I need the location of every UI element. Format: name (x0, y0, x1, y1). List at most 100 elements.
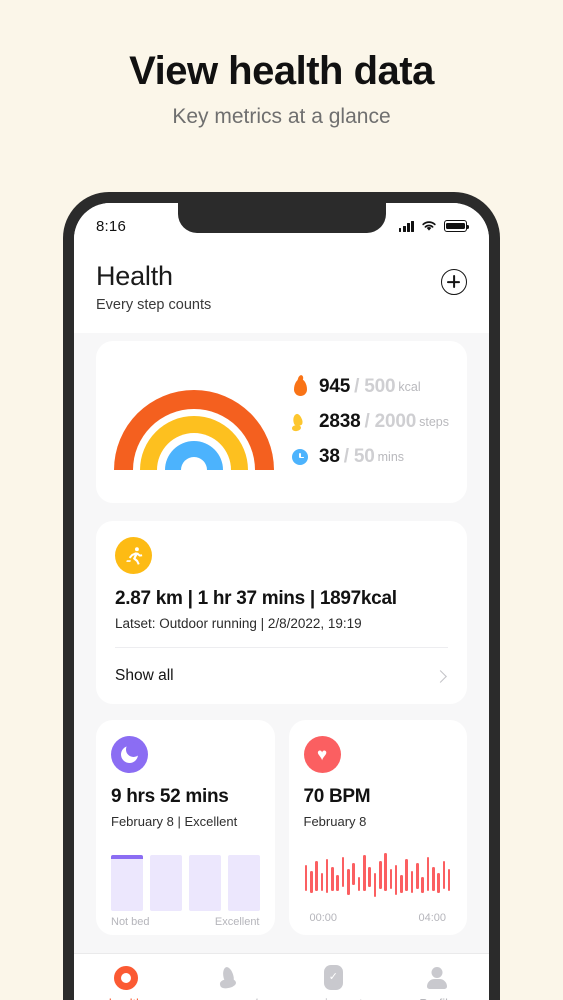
metric-cards-row: 9 hrs 52 mins February 8 | Excellent Not… (96, 720, 467, 935)
stat-row-minutes: 38 / 50 mins (290, 446, 463, 468)
heart-rate-bar (336, 875, 340, 891)
activity-goals-card[interactable]: 945 / 500 kcal 2838 / 2000 steps 38 / 50… (96, 341, 467, 503)
promo-subtitle: Key metrics at a glance (172, 105, 391, 129)
sleep-card[interactable]: 9 hrs 52 mins February 8 | Excellent Not… (96, 720, 275, 935)
heart-rate-bar (325, 859, 329, 893)
heart-rate-bar (357, 877, 361, 891)
steps-value: 2838 (319, 411, 361, 432)
heart-rate-chart (304, 851, 453, 907)
heart-rate-bar (341, 857, 345, 887)
promo-title: View health data (129, 49, 434, 93)
heart-rate-bar (315, 861, 318, 891)
heart-rate-bar (416, 863, 419, 889)
page-subtitle: Every step counts (96, 297, 212, 313)
sleep-axis-left: Not bed (111, 916, 150, 928)
minutes-unit: mins (377, 450, 405, 464)
sleep-bar (111, 855, 143, 911)
show-all-label: Show all (115, 667, 174, 684)
scroll-body: 945 / 500 kcal 2838 / 2000 steps 38 / 50… (74, 333, 489, 935)
plus-circle-icon[interactable] (441, 269, 467, 295)
heart-rate-bar (378, 861, 382, 889)
stat-row-steps: 2838 / 2000 steps (290, 411, 463, 433)
workout-card: 2.87 km | 1 hr 37 mins | 1897kcal Latset… (96, 521, 467, 704)
tab-health[interactable]: health (74, 965, 178, 1000)
sleep-bar (149, 855, 182, 911)
running-icon (115, 537, 152, 574)
tab-equipment[interactable]: ✓ equipment (282, 965, 386, 1000)
health-ring-icon (113, 965, 138, 990)
status-time: 8:16 (96, 217, 126, 235)
clock-icon (290, 447, 310, 467)
heart-axis-right: 04:00 (418, 912, 446, 924)
tab-profile[interactable]: Profile (385, 966, 489, 1000)
heart-rate-bar (331, 867, 334, 891)
wifi-icon (422, 221, 436, 231)
heart-rate-card[interactable]: ♥ 70 BPM February 8 00:00 04:00 (288, 720, 467, 935)
sleep-bar (188, 855, 221, 911)
heart-rate-bar (405, 859, 409, 891)
page-title: Health (96, 261, 173, 291)
goal-stats-list: 945 / 500 kcal 2838 / 2000 steps 38 / 50… (278, 376, 463, 468)
heart-rate-bar (421, 877, 424, 893)
minutes-goal: / 50 (343, 446, 375, 467)
heart-icon: ♥ (303, 736, 341, 773)
heart-rate-bar (400, 875, 403, 893)
heart-rate-bar (426, 857, 430, 891)
heart-rate-bar (442, 861, 446, 889)
sleep-axis-labels: Not bed Excellent (111, 916, 260, 928)
steps-unit: steps (419, 415, 449, 429)
sleep-bar (227, 855, 260, 911)
calories-unit: kcal (398, 380, 421, 394)
heart-rate-bar (437, 873, 440, 893)
heart-rate-bar (394, 865, 398, 895)
tab-movement[interactable]: movement (178, 967, 282, 1000)
footprint-icon (290, 412, 310, 432)
promo-header: View health data Key metrics at a glance (0, 48, 563, 129)
watch-icon: ✓ (323, 965, 343, 990)
heart-rate-bar (373, 873, 377, 897)
heart-rate-bar (410, 871, 414, 893)
calories-value: 945 (319, 376, 351, 397)
heart-glyph: ♥ (316, 745, 328, 764)
heart-rate-bar (447, 869, 451, 891)
sleep-axis-right: Excellent (214, 916, 260, 928)
heart-rate-value: 70 BPM (303, 786, 371, 807)
workout-summary: 2.87 km | 1 hr 37 mins | 1897kcal (115, 588, 397, 609)
battery-full-icon (444, 220, 470, 232)
stat-row-calories: 945 / 500 kcal (290, 376, 463, 398)
tab-movement-label: movement (200, 996, 258, 1000)
heart-axis-left: 00:00 (309, 912, 338, 924)
phone-screen: 8:16 Health Every step counts 945 / 500 … (74, 203, 489, 1000)
heart-rate-bar (389, 869, 393, 889)
phone-notch (177, 203, 386, 233)
heart-rate-bar (347, 869, 350, 895)
heart-rate-bar (363, 855, 366, 891)
heart-rate-bar (304, 865, 308, 891)
chevron-right-icon (434, 669, 447, 683)
minutes-value: 38 (319, 446, 340, 467)
promo-screenshot-page: View health data Key metrics at a glance… (0, 0, 563, 1000)
heart-rate-bar (368, 867, 371, 887)
heart-rate-bar (352, 863, 355, 885)
tab-health-label: health (109, 997, 143, 1000)
heart-rate-bar (431, 867, 435, 891)
bottom-tab-bar: health movement ✓ equipment Profile (74, 954, 489, 1000)
show-all-row[interactable]: Show all (115, 648, 448, 704)
app-header-text: Health Every step counts (96, 261, 211, 313)
sleep-bar-chart (111, 851, 260, 911)
workout-detail: Latset: Outdoor running | 2/8/2022, 19:1… (115, 616, 362, 631)
heart-rate-detail: February 8 (303, 814, 367, 829)
heart-axis-labels: 00:00 04:00 (304, 912, 453, 924)
heart-rate-bar (384, 853, 387, 891)
status-icons (398, 220, 470, 232)
cellular-signal-icon (398, 220, 414, 232)
heart-rate-bar (320, 873, 324, 891)
steps-goal: / 2000 (364, 411, 417, 432)
calories-goal: / 500 (354, 376, 396, 397)
flame-icon (290, 377, 310, 397)
sleep-duration: 9 hrs 52 mins (111, 786, 229, 807)
shoe-icon (218, 967, 242, 989)
phone-mockup: 8:16 Health Every step counts 945 / 500 … (63, 192, 500, 1000)
moon-icon (111, 736, 148, 773)
sleep-detail: February 8 | Excellent (111, 814, 238, 829)
